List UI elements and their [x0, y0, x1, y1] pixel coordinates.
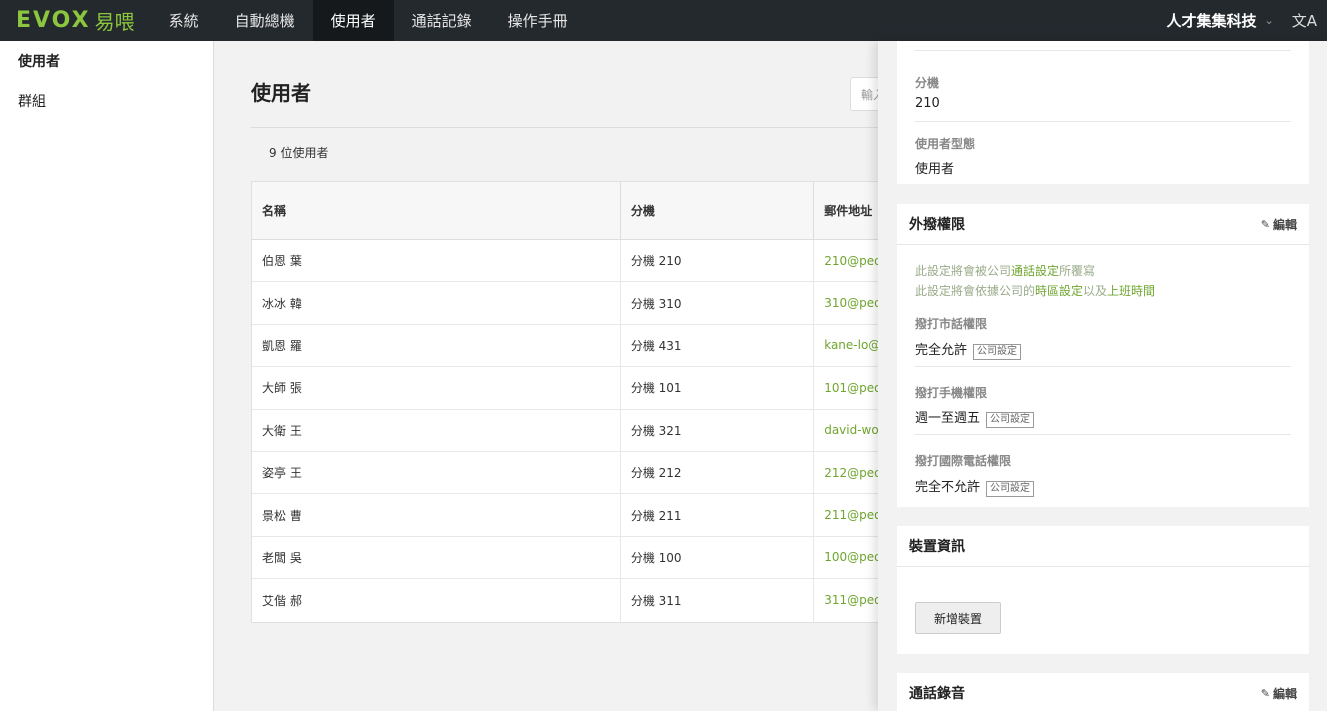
table-row[interactable]: 凱恩 羅 分機 431 kane-lo@p — [252, 324, 890, 368]
table-row[interactable]: 老闆 吳 分機 100 100@peop — [252, 536, 890, 580]
permission-value: 週一至週五 — [915, 411, 981, 426]
user-detail-drawer: 分機 210 使用者型態 使用者 外撥權限 ✎ 編輯 此設定將會被公司通話設定所… — [878, 41, 1327, 711]
mobile-call-value: 週一至週五 公司設定 — [915, 407, 1035, 428]
cell-extension: 分機 310 — [621, 282, 815, 324]
cell-name: 景松 曹 — [252, 494, 621, 536]
override-note: 此設定將會被公司通話設定所覆寫 — [915, 262, 1095, 279]
cell-extension: 分機 431 — [621, 324, 815, 367]
user-count: 9 位使用者 — [269, 146, 329, 160]
divider — [251, 127, 891, 128]
outbound-permission-card: 外撥權限 ✎ 編輯 此設定將會被公司通話設定所覆寫 此設定將會依據公司的時區設定… — [897, 204, 1309, 507]
table-row[interactable]: 大師 張 分機 101 101@peop — [252, 367, 890, 410]
edit-button[interactable]: ✎ 編輯 — [1261, 216, 1297, 233]
logo-text: EVOX — [16, 8, 91, 33]
pencil-icon: ✎ — [1260, 217, 1270, 231]
permission-value: 完全不允許 — [915, 480, 981, 495]
company-name: 人才集集科技 — [1166, 12, 1257, 30]
note-text: 所覆寫 — [1059, 264, 1096, 278]
top-nav: EVOX 易喂 系統 自動總機 使用者 通話記錄 操作手冊 人才集集科技 ⌄ 文… — [0, 0, 1327, 41]
table-header: 名稱 分機 郵件地址 — [252, 182, 890, 240]
nav-item-call-log[interactable]: 通話記錄 — [394, 0, 490, 41]
chevron-down-icon: ⌄ — [1264, 14, 1274, 27]
intl-call-value: 完全不允許 公司設定 — [915, 476, 1035, 497]
cell-name: 凱恩 羅 — [252, 324, 621, 367]
company-setting-badge: 公司設定 — [986, 412, 1035, 428]
cell-extension: 分機 210 — [621, 240, 815, 282]
cell-extension: 分機 211 — [621, 494, 815, 536]
schedule-note: 此設定將會依據公司的時區設定以及上班時間 — [915, 282, 1155, 299]
divider — [915, 50, 1291, 51]
note-text: 以及 — [1083, 284, 1108, 298]
extension-label: 分機 — [915, 76, 940, 90]
logo-cn-text: 易喂 — [94, 10, 135, 34]
call-settings-link[interactable]: 通話設定 — [1011, 264, 1059, 278]
company-setting-badge: 公司設定 — [973, 344, 1022, 360]
intl-call-label: 撥打國際電話權限 — [915, 454, 1012, 468]
cell-name: 艾偕 郝 — [252, 579, 621, 622]
cell-extension: 分機 321 — [621, 409, 815, 451]
edit-label: 編輯 — [1272, 686, 1297, 701]
table-row[interactable]: 伯恩 葉 分機 210 210@peop — [252, 240, 890, 283]
table-row[interactable]: 姿亭 王 分機 212 212@peop — [252, 451, 890, 495]
nav-item-auto-attendant[interactable]: 自動總機 — [217, 0, 313, 41]
table-row[interactable]: 大衛 王 分機 321 david-won — [252, 409, 890, 452]
local-call-label: 撥打市話權限 — [915, 317, 988, 331]
table-row[interactable]: 冰冰 韓 分機 310 310@peop — [252, 282, 890, 325]
add-device-button[interactable]: 新增裝置 — [915, 602, 1001, 634]
mobile-call-label: 撥打手機權限 — [915, 386, 988, 400]
company-setting-badge: 公司設定 — [986, 481, 1035, 497]
evox-logo[interactable]: EVOX 易喂 — [0, 0, 151, 41]
note-text: 此設定將會被公司 — [915, 264, 1012, 278]
table-row[interactable]: 艾偕 郝 分機 311 311@peop — [252, 579, 890, 622]
edit-label: 編輯 — [1272, 217, 1297, 232]
users-table: 名稱 分機 郵件地址 伯恩 葉 分機 210 210@peop 冰冰 韓 分機 … — [251, 181, 891, 623]
card-title: 外撥權限 — [909, 217, 965, 233]
card-header: 外撥權限 ✎ 編輯 — [897, 204, 1309, 245]
sidebar-item-users[interactable]: 使用者 — [0, 41, 213, 81]
edit-button[interactable]: ✎ 編輯 — [1261, 685, 1297, 702]
column-header-extension[interactable]: 分機 — [621, 182, 815, 239]
timezone-settings-link[interactable]: 時區設定 — [1035, 284, 1083, 298]
cell-extension: 分機 101 — [621, 367, 815, 409]
note-text: 此設定將會依據公司的 — [915, 284, 1036, 298]
sidebar-item-groups[interactable]: 群組 — [0, 81, 213, 121]
divider — [915, 121, 1291, 122]
cell-extension: 分機 100 — [621, 536, 815, 579]
card-header: 裝置資訊 — [897, 526, 1309, 567]
device-info-card: 裝置資訊 新增裝置 — [897, 526, 1309, 654]
divider — [915, 434, 1291, 435]
cell-name: 伯恩 葉 — [252, 240, 621, 282]
basic-info-card: 分機 210 使用者型態 使用者 — [897, 41, 1309, 184]
cell-name: 老闆 吳 — [252, 536, 621, 579]
table-row[interactable]: 景松 曹 分機 211 211@peop — [252, 494, 890, 537]
cell-name: 姿亭 王 — [252, 451, 621, 494]
permission-value: 完全允許 — [915, 343, 968, 358]
extension-value: 210 — [915, 96, 940, 111]
user-type-value: 使用者 — [915, 162, 955, 177]
work-hours-link[interactable]: 上班時間 — [1107, 284, 1155, 298]
call-recording-card: 通話錄音 ✎ 編輯 — [897, 673, 1309, 711]
nav-item-users[interactable]: 使用者 — [312, 0, 394, 41]
card-header: 通話錄音 ✎ 編輯 — [897, 673, 1309, 711]
cell-name: 大師 張 — [252, 367, 621, 409]
company-selector[interactable]: 人才集集科技 ⌄ — [1167, 10, 1274, 31]
card-title: 通話錄音 — [909, 686, 965, 702]
nav-item-manual[interactable]: 操作手冊 — [490, 0, 586, 41]
sidebar: 使用者 群組 — [0, 41, 214, 711]
divider — [915, 366, 1291, 367]
pencil-icon: ✎ — [1260, 686, 1270, 700]
cell-extension: 分機 311 — [621, 579, 815, 622]
nav-item-system[interactable]: 系統 — [151, 0, 217, 41]
translate-icon[interactable]: 文A — [1292, 10, 1317, 31]
cell-extension: 分機 212 — [621, 451, 815, 494]
column-header-name[interactable]: 名稱 — [252, 182, 621, 239]
cell-name: 冰冰 韓 — [252, 282, 621, 324]
cell-name: 大衛 王 — [252, 409, 621, 451]
local-call-value: 完全允許 公司設定 — [915, 339, 1022, 360]
card-title: 裝置資訊 — [909, 539, 965, 555]
page-title: 使用者 — [251, 81, 311, 105]
user-type-label: 使用者型態 — [915, 137, 976, 151]
